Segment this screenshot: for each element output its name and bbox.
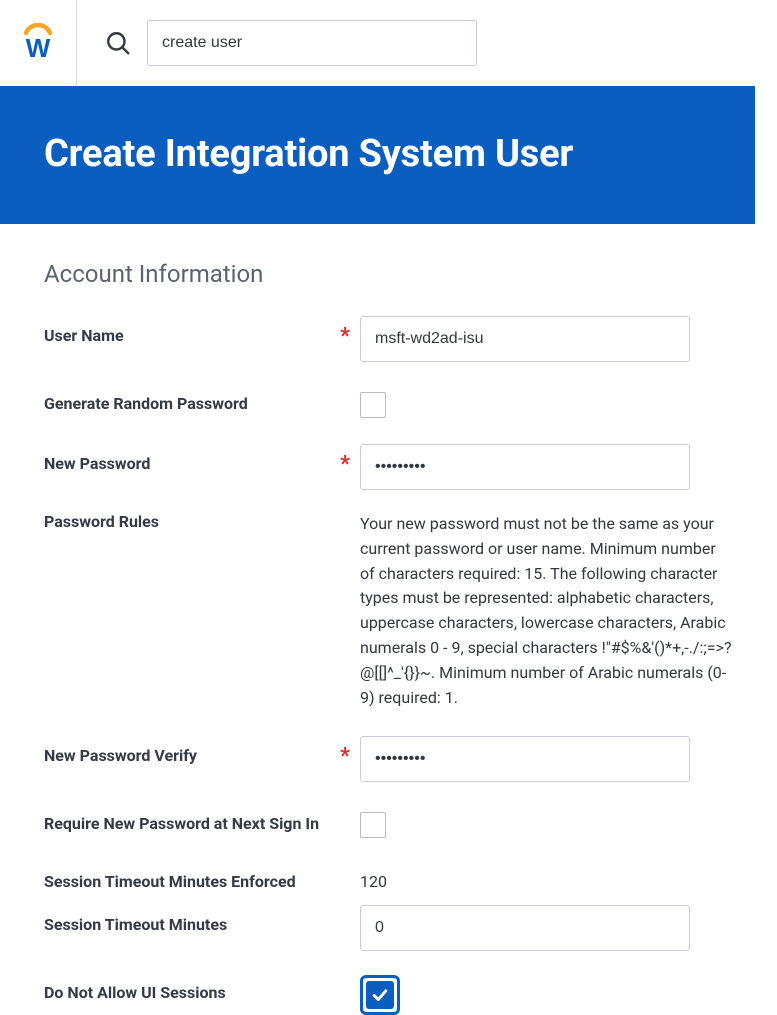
label-timeout-enforced: Session Timeout Minutes Enforced: [44, 872, 360, 891]
page-banner: Create Integration System User: [0, 86, 755, 224]
page-title: Create Integration System User: [44, 132, 711, 176]
label-generate-random: Generate Random Password: [44, 384, 360, 413]
search-wrap: [105, 20, 477, 66]
generate-random-checkbox[interactable]: [360, 392, 386, 418]
check-icon: [370, 985, 390, 1005]
search-icon: [105, 30, 131, 56]
timeout-minutes-input[interactable]: [360, 905, 690, 951]
label-require-new: Require New Password at Next Sign In: [44, 804, 360, 833]
new-password-input[interactable]: [360, 444, 690, 490]
topbar: W: [0, 0, 777, 86]
timeout-enforced-value: 120: [360, 872, 711, 891]
no-ui-sessions-checkbox[interactable]: [360, 975, 400, 1015]
svg-text:W: W: [26, 33, 51, 63]
label-timeout-minutes: Session Timeout Minutes: [44, 905, 360, 934]
label-no-ui: Do Not Allow UI Sessions: [44, 973, 360, 1002]
require-new-password-checkbox[interactable]: [360, 812, 386, 838]
search-input[interactable]: [147, 20, 477, 66]
label-password-rules: Password Rules: [44, 512, 360, 531]
username-input[interactable]: [360, 316, 690, 362]
label-verify: New Password Verify: [44, 736, 360, 765]
password-rules-text: Your new password must not be the same a…: [360, 512, 732, 710]
section-title: Account Information: [44, 260, 711, 288]
content: Account Information User Name Generate R…: [0, 224, 755, 1015]
new-password-verify-input[interactable]: [360, 736, 690, 782]
topbar-divider: [76, 0, 77, 86]
label-new-password: New Password: [44, 444, 360, 473]
label-username: User Name: [44, 316, 360, 345]
workday-logo: W: [18, 18, 58, 68]
